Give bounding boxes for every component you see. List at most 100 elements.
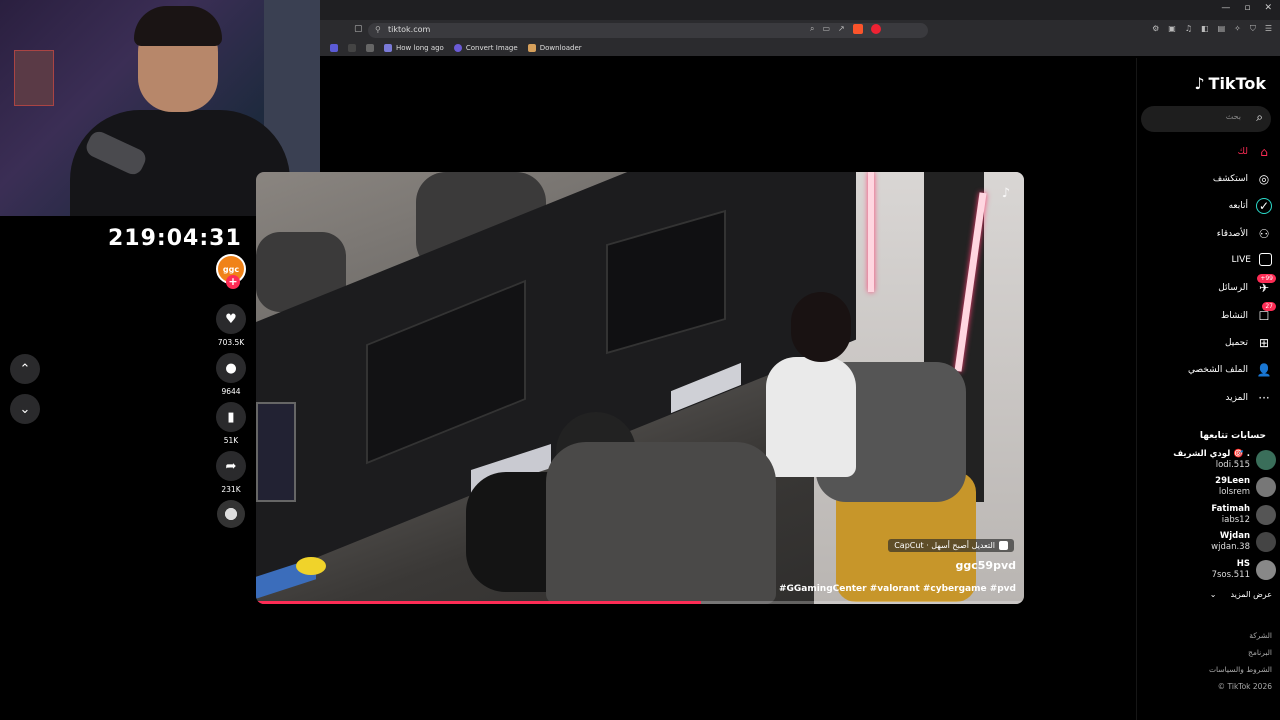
compass-icon: ◎	[1258, 172, 1270, 186]
bookmark-icon[interactable]: ▢	[354, 24, 363, 34]
sound-disc-icon[interactable]	[217, 500, 245, 528]
sidebar-item-label: الرسائل	[1218, 283, 1248, 293]
save-button[interactable]: ▮	[216, 402, 246, 432]
maximize-button[interactable]: ▫	[1244, 3, 1250, 13]
sidebar-item-label: استكشف	[1212, 174, 1248, 184]
chevron-up-icon: ⌃	[19, 361, 31, 377]
sidebar-item-activity[interactable]: النشاط ☐ 27	[1220, 302, 1276, 324]
sidebar-item-compass[interactable]: استكشف ◎	[1213, 171, 1272, 187]
footer-terms-link[interactable]: الشروط والسياسات	[1209, 665, 1272, 674]
music-icon[interactable]: ♫	[1185, 24, 1192, 34]
sidebar-item-home[interactable]: لك ⌂	[1238, 144, 1272, 160]
wallet-icon[interactable]: ▤	[1218, 24, 1226, 34]
avatar[interactable]	[1256, 505, 1276, 525]
sidebar-item-label: أتابعه	[1228, 201, 1248, 211]
footer-program-link[interactable]: البرنامج	[1248, 648, 1272, 657]
share-icon[interactable]: ↗	[838, 24, 845, 34]
video-progress-bar[interactable]	[256, 601, 702, 604]
chevron-down-icon: ⌄	[1209, 590, 1217, 599]
screenshot-icon[interactable]: ▣	[1168, 24, 1176, 34]
sidebar-item-following[interactable]: أتابعه ✓	[1229, 198, 1272, 214]
friends-icon: ⚇	[1258, 227, 1270, 241]
upload-icon: ⊞	[1258, 336, 1270, 350]
address-bar-row: ▢ ⚲ tiktok.com ⌕ ▭ ↗ ⚙ ▣ ♫ ◧ ▤ ✧ ⛉ ☰	[320, 20, 1280, 40]
webcam-poster	[14, 50, 54, 106]
account-names: Wjdan wjdan.38	[1211, 531, 1250, 553]
search-placeholder: بحث	[1225, 112, 1241, 121]
share-button[interactable]: ➦	[216, 451, 246, 481]
video-person-head	[791, 292, 851, 362]
sidebar-item-more[interactable]: المزيد ···	[1225, 390, 1272, 406]
avatar[interactable]	[1256, 450, 1276, 470]
account-display-name: Fatimah	[1211, 504, 1250, 514]
avatar[interactable]	[1256, 532, 1276, 552]
followed-account[interactable]: Fatimah iabs12	[1211, 504, 1276, 526]
capcut-label[interactable]: CapCut · التعديل أصبح أسهل	[888, 539, 1014, 552]
browser-title-bar: — ▫ ✕	[320, 0, 1280, 20]
followed-account[interactable]: Wjdan wjdan.38	[1211, 531, 1276, 553]
site-info-icon[interactable]: ⚲	[375, 25, 381, 34]
video-monitor	[256, 402, 296, 502]
account-names: 29Leen lolsrem	[1215, 476, 1250, 498]
followed-account[interactable]: HS 7sos.511	[1212, 559, 1276, 581]
bookmark-link-icon[interactable]	[366, 44, 374, 52]
like-button[interactable]: ♥	[216, 304, 246, 334]
search-icon[interactable]: ⌕	[1256, 110, 1263, 125]
like-action: ♥ 703.5K	[216, 304, 246, 349]
sidebar-item-upload[interactable]: تحميل ⊞	[1225, 335, 1272, 351]
account-display-name: 29Leen	[1215, 476, 1250, 486]
sidebar-item-label: المزيد	[1225, 393, 1248, 403]
minimize-button[interactable]: —	[1221, 3, 1230, 13]
vpn-icon[interactable]: ⛉	[1250, 24, 1256, 34]
sidebar-item-label: النشاط	[1220, 311, 1248, 321]
avatar[interactable]	[1256, 560, 1276, 580]
sidebar-toggle-icon[interactable]: ◧	[1201, 24, 1209, 34]
cast-icon[interactable]: ▭	[822, 24, 830, 34]
window-controls: — ▫ ✕	[1221, 3, 1272, 13]
sidebar-item-live[interactable]: LIVE	[1231, 253, 1272, 266]
followed-account[interactable]: 29Leen lolsrem	[1215, 476, 1276, 498]
bookmark-c-icon[interactable]	[348, 44, 356, 52]
account-names: لودي الشريف 🎯 . lodi.515	[1173, 449, 1250, 471]
following-accounts-title: حسابات تتابعها	[1199, 431, 1266, 441]
creator-avatar-text: ggc	[222, 264, 240, 274]
bookmark-downloader[interactable]: Downloader	[527, 44, 582, 52]
tiktok-logo[interactable]: ♪ TikTok	[1194, 74, 1266, 93]
notification-badge: 27	[1262, 302, 1276, 311]
sidebar-item-friends[interactable]: الأصدقاء ⚇	[1217, 226, 1272, 242]
video-author[interactable]: ggc59pvd	[956, 559, 1017, 572]
bookmark-convert-image[interactable]: Convert Image	[453, 44, 518, 52]
account-display-name: HS	[1236, 559, 1250, 569]
sidebar-item-profile[interactable]: الملف الشخصي 👤	[1188, 362, 1272, 378]
next-video-button[interactable]: ⌄	[10, 394, 40, 424]
extension-icon[interactable]: ⚙	[1152, 24, 1159, 34]
creator-avatar[interactable]: ggc +	[216, 254, 246, 289]
see-more-button[interactable]: ⌄ عرض المزيد	[1210, 590, 1272, 599]
sidebar-item-messages[interactable]: الرسائل ✈ +99	[1218, 274, 1276, 296]
ai-icon[interactable]: ✧	[1234, 24, 1241, 34]
tiktok-watermark-icon: ♪	[1001, 186, 1010, 201]
bookmark-s-icon[interactable]	[330, 44, 338, 52]
share-arrow-icon: ➦	[225, 458, 237, 474]
video-hashtags[interactable]: #GGamingCenter #valorant #cybergame #pvd	[779, 584, 1016, 594]
search-input[interactable]: بحث ⌕	[1141, 106, 1271, 132]
followed-account[interactable]: لودي الشريف 🎯 . lodi.515	[1173, 449, 1276, 471]
comment-button[interactable]: ●	[216, 353, 246, 383]
brave-shield-icon[interactable]	[852, 24, 863, 34]
menu-icon[interactable]: ☰	[1265, 24, 1272, 34]
video-person	[766, 357, 856, 477]
follow-plus-icon[interactable]: +	[226, 275, 240, 289]
rewards-icon[interactable]	[870, 24, 881, 34]
previous-video-button[interactable]: ⌃	[10, 354, 40, 384]
like-count: 703.5K	[217, 338, 245, 347]
video-player[interactable]: ♪ CapCut · التعديل أصبح أسهل ggc59pvd #G…	[256, 172, 1024, 604]
footer-company-link[interactable]: الشركة	[1249, 631, 1272, 640]
zoom-icon[interactable]: ⌕	[810, 24, 814, 34]
avatar[interactable]	[1256, 477, 1276, 497]
share-action: ➦ 231K	[216, 451, 246, 496]
close-window-button[interactable]: ✕	[1264, 3, 1272, 13]
account-display-name: لودي الشريف 🎯 .	[1173, 449, 1250, 459]
toolbar-extensions: ⚙ ▣ ♫ ◧ ▤ ✧ ⛉ ☰	[1152, 24, 1272, 34]
bookmark-how-long-ago[interactable]: How long ago	[384, 44, 444, 52]
home-icon: ⌂	[1260, 145, 1268, 159]
